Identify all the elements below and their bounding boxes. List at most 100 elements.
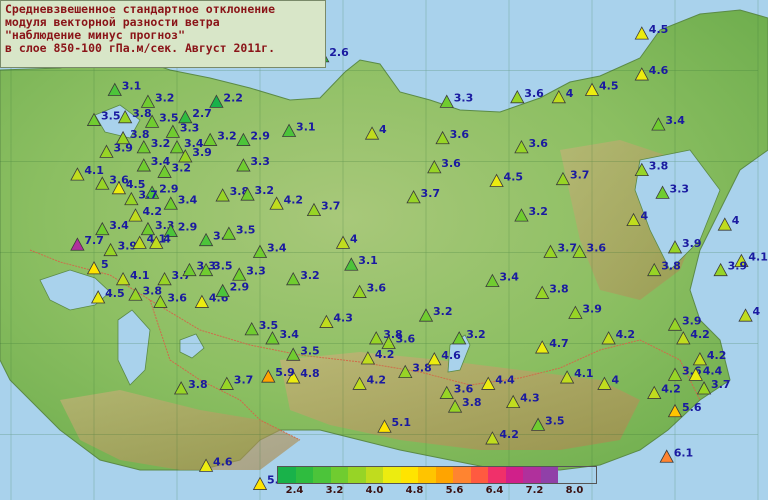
station-value-label: 2.2 (223, 91, 243, 104)
legend-tick-label: 4.8 (405, 485, 424, 496)
legend-tick-label: 7.2 (525, 485, 544, 496)
legend-tick-label: 6.4 (485, 485, 504, 496)
station-value-label: 3.9 (582, 302, 602, 315)
station-value-label: 3.2 (433, 305, 453, 318)
legend-swatch (488, 467, 506, 483)
station-value-label: 4.1 (84, 164, 104, 177)
legend-swatch (505, 467, 523, 483)
station-value-label: 3.5 (159, 111, 179, 124)
station-value-label: 3.2 (255, 184, 274, 197)
station-value-label: 3.5 (213, 260, 233, 273)
legend-swatch (330, 467, 348, 483)
station-value-label: 3.8 (661, 260, 681, 273)
legend-swatch (365, 467, 383, 483)
station-value-label: 4 (641, 210, 649, 223)
station-value-label: 3.8 (649, 160, 669, 173)
legend-swatch (383, 467, 401, 483)
station-value-label: 3.3 (246, 264, 266, 277)
station-value-label: 2.9 (178, 221, 198, 234)
station-value-label: 3.4 (151, 155, 171, 168)
station-value-label: 4 (379, 123, 387, 136)
station-value-label: 4.5 (504, 171, 524, 184)
station-value-label: 3.7 (558, 242, 578, 255)
station-value-label: 3.6 (454, 383, 474, 396)
station-value-label: 3.2 (151, 137, 171, 150)
station-value-label: 3.6 (450, 128, 470, 141)
station-value-label: 4.1 (748, 251, 768, 264)
station-value-label: 3.5 (101, 110, 121, 123)
legend-tick-label: 5.6 (445, 485, 464, 496)
station-value-label: 4.3 (333, 312, 353, 325)
station-value-label: 3.8 (143, 284, 163, 297)
station-value-label: 3.9 (192, 146, 212, 159)
station-value-label: 3.7 (234, 373, 254, 386)
station-value-label: 3.3 (670, 182, 690, 195)
station-value-label: 4.8 (300, 367, 320, 380)
legend-swatch (348, 467, 366, 483)
station-value-label: 5.9 (275, 366, 295, 379)
station-value-label: 3.7 (138, 189, 158, 202)
station-value-label: 4.2 (143, 205, 163, 218)
station-value-label: 3.5 (259, 319, 279, 332)
station-value-label: 3.2 (528, 205, 548, 218)
legend-tick-label: 3.2 (325, 485, 344, 496)
legend-swatch (295, 467, 313, 483)
station-value-label: 3.6 (524, 87, 544, 100)
legend-tick-label: 8.0 (565, 485, 584, 496)
station-value-label: 2.6 (329, 46, 349, 59)
station-value-label: 5 (101, 258, 109, 271)
station-value-label: 6.1 (674, 446, 694, 459)
station-value-label: 3.6 (396, 333, 416, 346)
station-value-label: 3.4 (178, 193, 198, 206)
station-value-label: 3.4 (279, 328, 299, 341)
station-value-label: 3.2 (466, 328, 486, 341)
station-value-label: 2.7 (192, 107, 212, 120)
station-value-label: 3.3 (250, 155, 270, 168)
station-value-label: 3.3 (454, 91, 474, 104)
station-value-label: 3.2 (217, 130, 237, 143)
station-value-label: 4.7 (549, 337, 569, 350)
station-value-label: 4.2 (661, 383, 681, 396)
station-value-label: 3.9 (728, 260, 748, 273)
station-value-label: 4.5 (649, 23, 669, 36)
station-value-label: 4.2 (690, 328, 710, 341)
station-value-label: 7.7 (84, 234, 104, 247)
station-value-label: 3.6 (528, 137, 548, 150)
station-value-label: 3.8 (188, 378, 208, 391)
station-value-label: 4.5 (105, 287, 125, 300)
station-value-label: 3.4 (267, 242, 287, 255)
station-value-label: 5.6 (682, 401, 702, 414)
station-value-label: 3.6 (441, 157, 461, 170)
station-value-label: 3.2 (155, 91, 175, 104)
station-value-label: 3.4 (665, 114, 685, 127)
station-value-label: 4 (611, 373, 619, 386)
station-value-label: 3.6 (167, 292, 187, 305)
legend-swatch (400, 467, 418, 483)
station-value-label: 3.2 (172, 161, 192, 174)
station-value-label: 3.1 (122, 80, 142, 93)
station-value-label: 3.6 (587, 242, 607, 255)
legend-swatch (540, 467, 558, 483)
legend-swatch (313, 467, 331, 483)
station-value-label: 3.1 (358, 254, 378, 267)
legend-swatch (435, 467, 453, 483)
station-value-label: 4.2 (367, 373, 387, 386)
station-value-label: 3.8 (462, 396, 482, 409)
station-value-label: 4.5 (599, 80, 619, 93)
station-value-label: 4 (350, 232, 358, 245)
legend-swatch (418, 467, 436, 483)
station-value-label: 3.8 (549, 282, 569, 295)
station-value-label: 3.7 (711, 378, 731, 391)
station-value-label: 3.7 (570, 169, 590, 182)
legend-tick-label: 4.0 (365, 485, 384, 496)
station-value-label: 3.5 (300, 344, 320, 357)
station-value-label: 3.8 (130, 128, 150, 141)
station-value-label: 4.6 (441, 349, 461, 362)
station-value-label: 4.2 (707, 349, 727, 362)
station-value-label: 3.9 (682, 314, 702, 327)
station-value-label: 4 (732, 214, 740, 227)
legend-tick-labels: 2.4 3.2 4.0 4.8 5.6 6.4 7.2 8.0 (277, 484, 597, 498)
station-value-label: 2.9 (250, 130, 270, 143)
station-value-label: 3.5 (236, 223, 256, 236)
station-value-label: 4.6 (649, 64, 669, 77)
